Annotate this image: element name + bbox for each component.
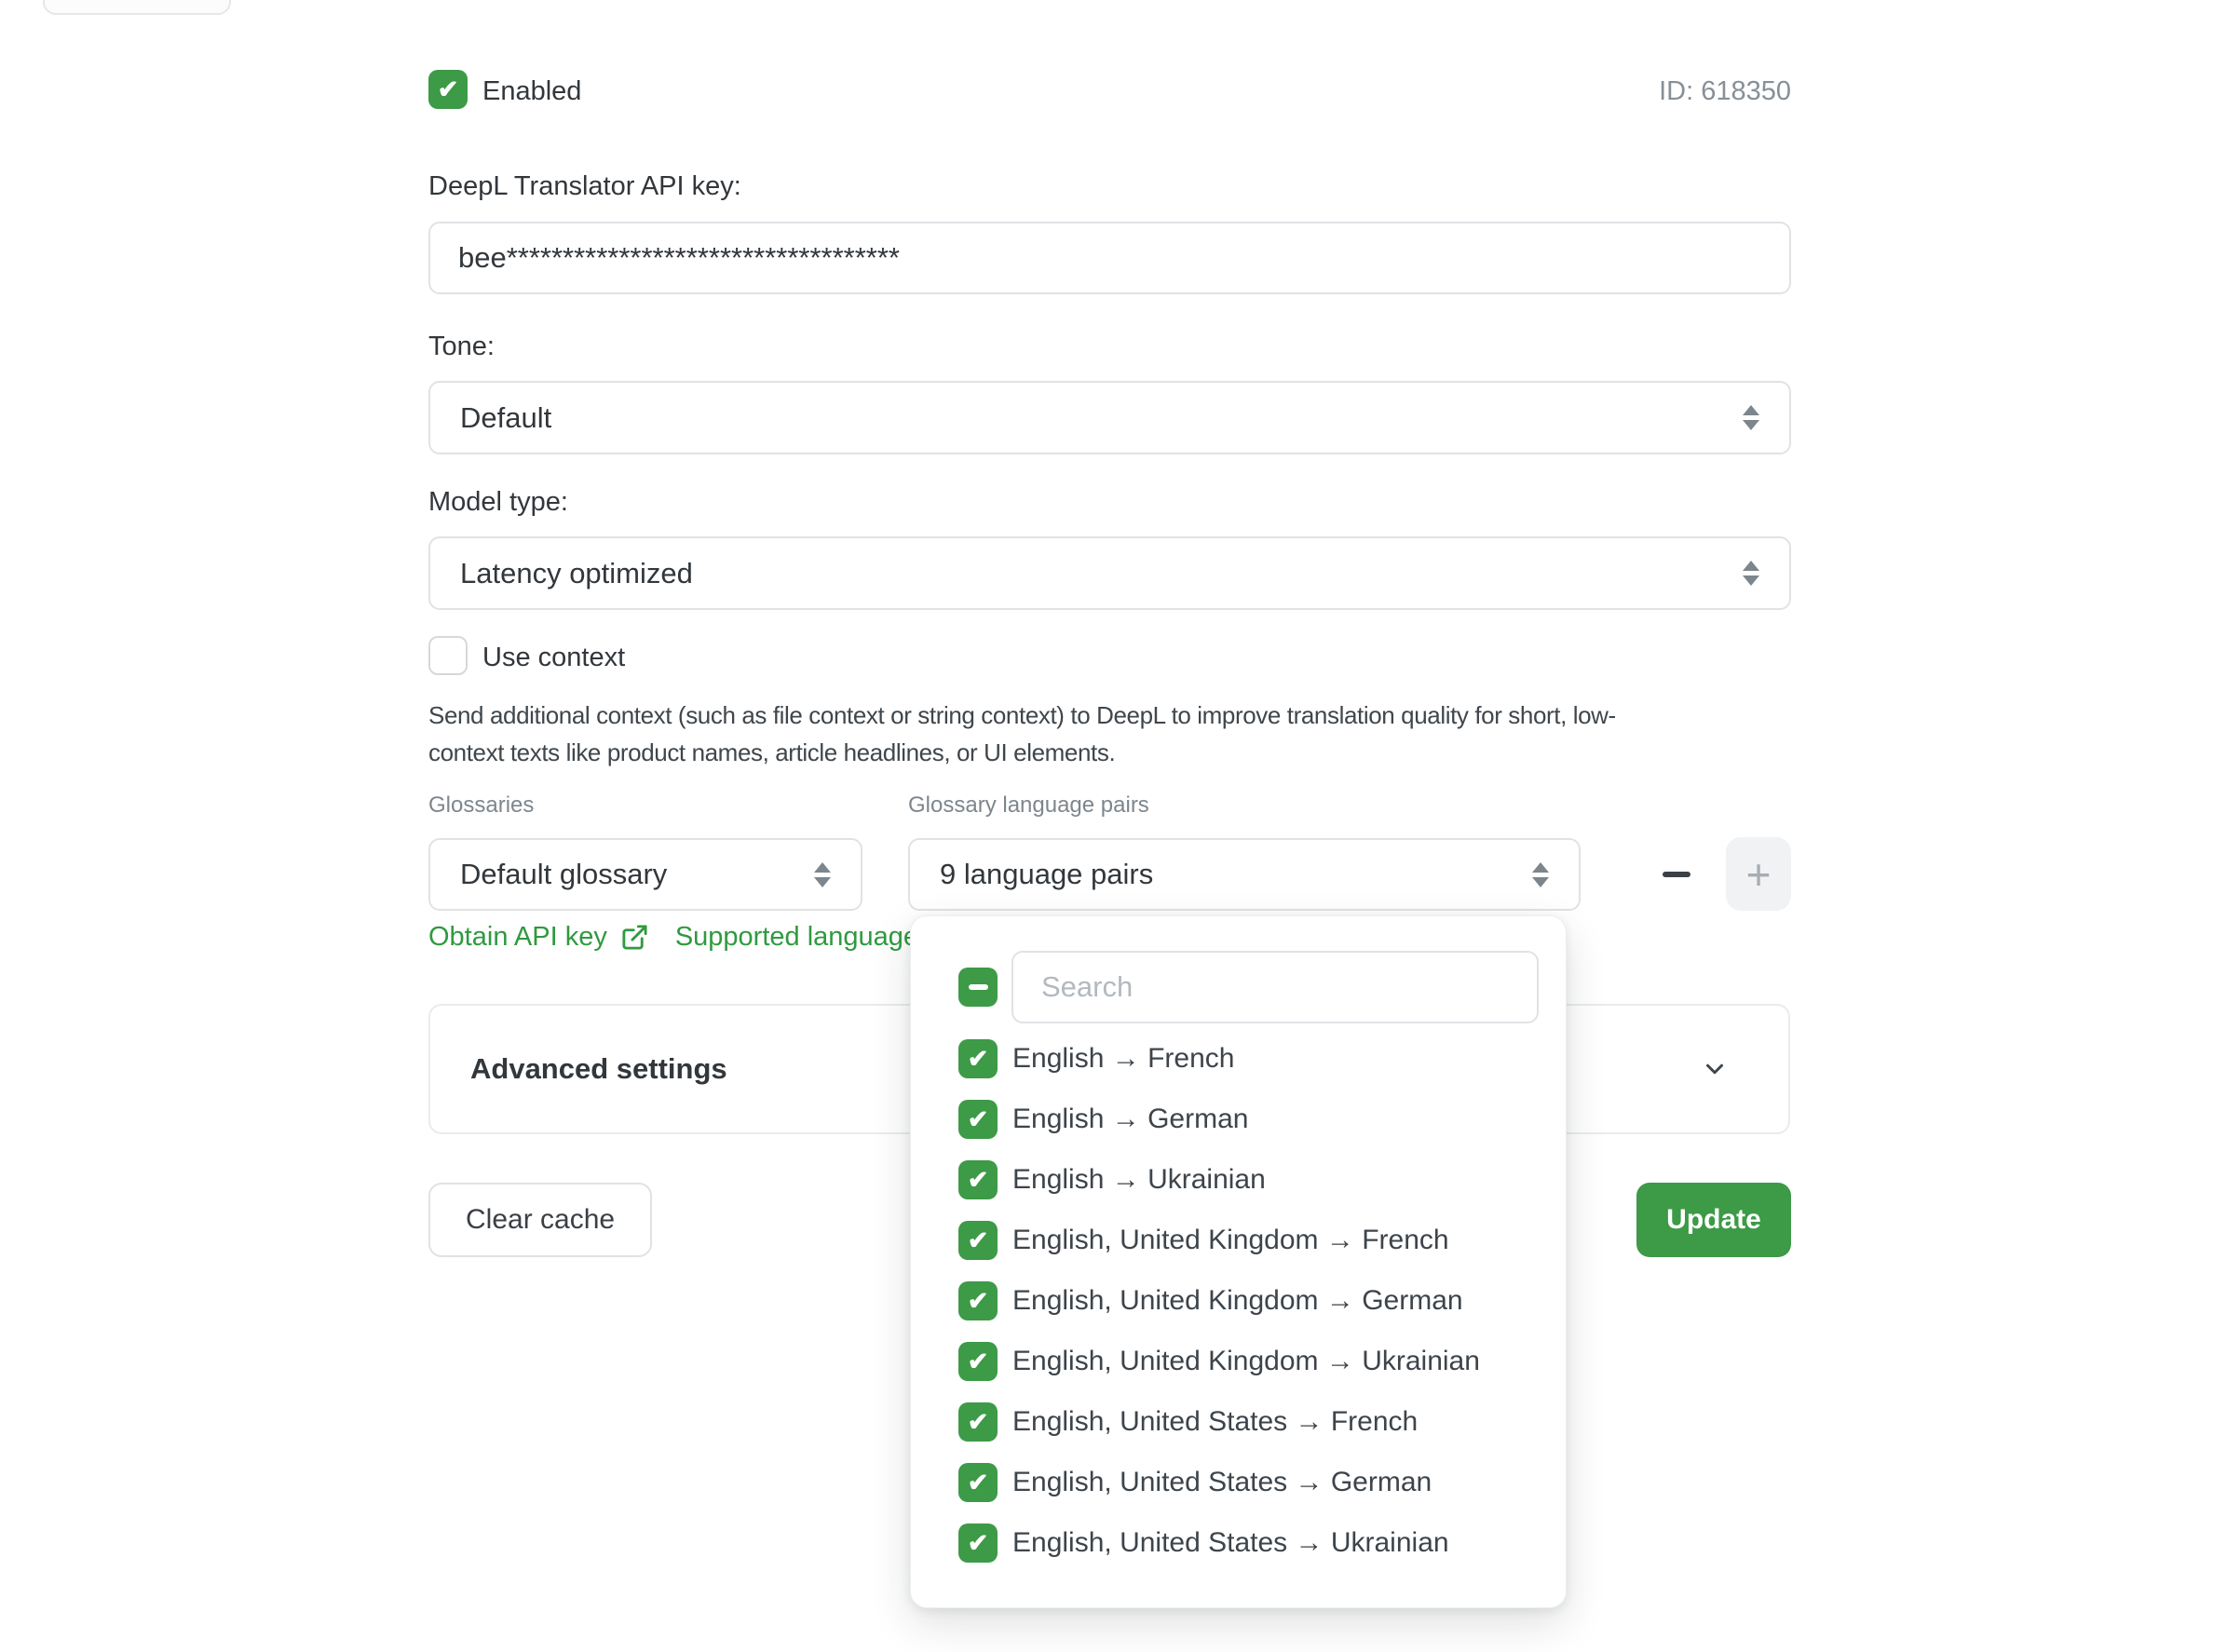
checkbox-checked-icon[interactable]: ✔ [958, 1402, 998, 1442]
model-type-label: Model type: [428, 487, 568, 518]
indeterminate-icon [969, 984, 988, 990]
language-pair-item[interactable]: ✔ English, United States → German [958, 1462, 1538, 1503]
tone-select-value: Default [460, 401, 551, 435]
language-pair-label: English, United Kingdom → Ukrainian [1012, 1346, 1480, 1377]
external-link-icon [620, 923, 649, 952]
checkbox-checked-icon[interactable]: ✔ [958, 1100, 998, 1139]
remove-glossary-button[interactable] [1647, 838, 1706, 911]
tone-select[interactable]: Default [428, 381, 1791, 454]
glossary-select-value: Default glossary [460, 858, 667, 891]
language-pairs-dropdown: ✔ English → French ✔ English → German ✔ … [910, 915, 1567, 1608]
update-button[interactable]: Update [1636, 1183, 1791, 1257]
plus-icon: + [1746, 849, 1772, 900]
glossary-pairs-select[interactable]: 9 language pairs [908, 838, 1581, 911]
help-links-row: Obtain API key Supported languages [428, 922, 932, 953]
enabled-checkbox[interactable]: ✔ [428, 70, 468, 109]
language-pair-label: English, United States → Ukrainian [1012, 1527, 1449, 1559]
check-icon: ✔ [968, 1287, 989, 1316]
language-pair-label: English → Ukrainian [1012, 1164, 1266, 1196]
check-icon: ✔ [438, 75, 459, 104]
select-stepper-icon [814, 862, 831, 887]
glossary-pairs-label: Glossary language pairs [908, 792, 1149, 819]
minus-icon [1663, 872, 1690, 877]
checkbox-checked-icon[interactable]: ✔ [958, 1342, 998, 1381]
check-icon: ✔ [968, 1469, 989, 1497]
select-stepper-icon [1532, 862, 1549, 887]
check-icon: ✔ [968, 1408, 989, 1437]
clear-cache-button[interactable]: Clear cache [428, 1183, 652, 1257]
use-context-checkbox[interactable] [428, 636, 468, 675]
language-pair-item[interactable]: ✔ English → German [958, 1099, 1538, 1140]
add-glossary-button[interactable]: + [1726, 837, 1791, 911]
search-input[interactable] [1011, 951, 1539, 1023]
language-pair-item[interactable]: ✔ English, United Kingdom → German [958, 1280, 1538, 1321]
check-icon: ✔ [968, 1105, 989, 1134]
language-pair-item[interactable]: ✔ English, United States → Ukrainian [958, 1523, 1538, 1564]
language-pair-item[interactable]: ✔ English, United Kingdom → Ukrainian [958, 1341, 1538, 1382]
use-context-description: Send additional context (such as file co… [428, 697, 1616, 771]
checkbox-checked-icon[interactable]: ✔ [958, 1221, 998, 1260]
language-pair-label: English, United Kingdom → French [1012, 1225, 1449, 1256]
glossary-pairs-select-value: 9 language pairs [940, 858, 1153, 891]
select-stepper-icon [1743, 405, 1759, 430]
api-key-input[interactable] [428, 222, 1791, 294]
language-pair-item[interactable]: ✔ English → French [958, 1038, 1538, 1079]
select-stepper-icon [1743, 561, 1759, 586]
checkbox-checked-icon[interactable]: ✔ [958, 1039, 998, 1078]
chevron-down-icon [1701, 1055, 1729, 1083]
model-type-select-value: Latency optimized [460, 557, 693, 590]
checkbox-checked-icon[interactable]: ✔ [958, 1523, 998, 1563]
language-pair-list: ✔ English → French ✔ English → German ✔ … [958, 1038, 1538, 1583]
check-icon: ✔ [968, 1226, 989, 1255]
language-pair-label: English, United States → German [1012, 1467, 1432, 1498]
check-icon: ✔ [968, 1529, 989, 1558]
language-pair-label: English, United States → French [1012, 1406, 1418, 1438]
check-icon: ✔ [968, 1045, 989, 1074]
use-context-label: Use context [482, 643, 625, 673]
language-pair-label: English → French [1012, 1043, 1234, 1075]
language-pair-label: English → German [1012, 1104, 1248, 1135]
language-pair-label: English, United Kingdom → German [1012, 1285, 1463, 1317]
obtain-api-key-link[interactable]: Obtain API key [428, 922, 649, 953]
checkbox-checked-icon[interactable]: ✔ [958, 1463, 998, 1502]
checkbox-checked-icon[interactable]: ✔ [958, 1281, 998, 1320]
deepl-settings-page: ✔ Enabled ID: 618350 DeepL Translator AP… [0, 0, 2213, 1652]
language-pair-item[interactable]: ✔ English, United States → French [958, 1401, 1538, 1442]
supported-languages-link[interactable]: Supported languages [675, 922, 932, 953]
language-pair-item[interactable]: ✔ English → Ukrainian [958, 1159, 1538, 1200]
api-key-label: DeepL Translator API key: [428, 171, 741, 202]
checkbox-checked-icon[interactable]: ✔ [958, 1160, 998, 1199]
check-icon: ✔ [968, 1166, 989, 1195]
model-type-select[interactable]: Latency optimized [428, 536, 1791, 610]
select-all-checkbox[interactable] [958, 968, 998, 1007]
integration-id: ID: 618350 [1659, 76, 1791, 107]
glossaries-label: Glossaries [428, 792, 534, 819]
check-icon: ✔ [968, 1347, 989, 1376]
advanced-settings-title: Advanced settings [470, 1052, 727, 1086]
glossary-select[interactable]: Default glossary [428, 838, 862, 911]
cutoff-panel-fragment [43, 0, 231, 15]
tone-label: Tone: [428, 332, 495, 362]
language-pair-item[interactable]: ✔ English, United Kingdom → French [958, 1220, 1538, 1261]
enabled-label: Enabled [482, 76, 581, 107]
